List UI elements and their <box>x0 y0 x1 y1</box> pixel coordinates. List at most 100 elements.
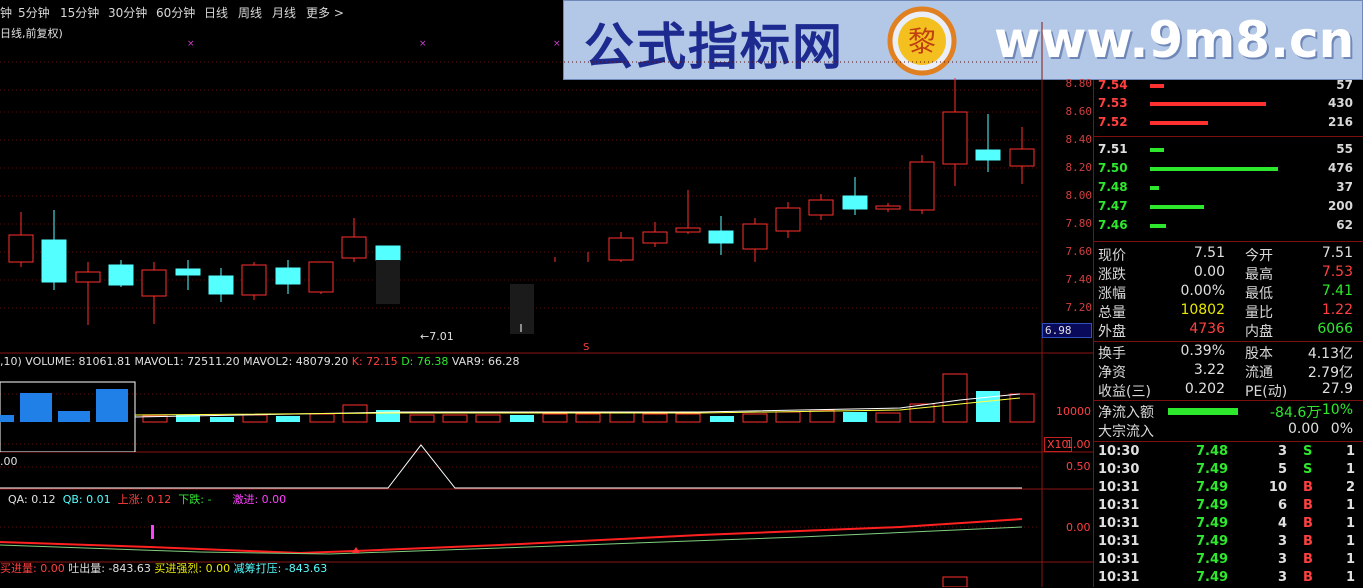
tick-volume: 3 <box>1277 552 1287 567</box>
bid-row[interactable]: 7.47 200 <box>1098 199 1353 217</box>
price-tick: 8.20 <box>1065 161 1093 174</box>
period-5min[interactable]: 5分钟 <box>18 4 50 21</box>
tick-volume: 4 <box>1277 516 1287 531</box>
tick-row[interactable]: 10:31 7.49 3 B 1 <box>1098 552 1356 570</box>
bid-qty: 55 <box>1336 142 1353 156</box>
bid-price: 7.47 <box>1098 199 1128 213</box>
tick-price: 7.49 <box>1196 552 1229 567</box>
tick-count: 1 <box>1346 534 1356 549</box>
net-inflow-bar <box>1168 408 1238 415</box>
period-30min[interactable]: 30分钟 <box>108 4 147 21</box>
tick-side: B <box>1303 498 1313 513</box>
quote-label: 今开 <box>1245 248 1273 264</box>
period-1min[interactable]: 钟 <box>0 4 12 21</box>
tick-time: 10:30 <box>1098 462 1140 477</box>
quote-row: 换手 0.39% 股本 4.13亿 <box>1098 343 1353 362</box>
tick-row[interactable]: 10:30 7.49 5 S 1 <box>1098 462 1356 480</box>
price-tick: 7.40 <box>1065 273 1093 286</box>
bid-price: 7.50 <box>1098 161 1128 175</box>
ask-row[interactable]: 7.52 216 <box>1098 115 1353 133</box>
period-60min[interactable]: 60分钟 <box>156 4 195 21</box>
tick-row[interactable]: 10:31 7.49 3 B 1 <box>1098 534 1356 552</box>
tick-side: B <box>1303 480 1313 495</box>
bid-row[interactable]: 7.46 62 <box>1098 218 1353 236</box>
tick-time: 10:31 <box>1098 480 1140 495</box>
quote-row: 现价 7.51 今开 7.51 <box>1098 245 1353 264</box>
tick-row[interactable]: 10:30 7.48 3 S 1 <box>1098 444 1356 462</box>
quote-label: 涨幅 <box>1098 286 1126 302</box>
bid-qty: 476 <box>1327 161 1353 175</box>
quote-value: 4736 <box>1189 321 1225 337</box>
bid-qty: 62 <box>1336 218 1353 232</box>
period-15min[interactable]: 15分钟 <box>60 4 99 21</box>
tick-row[interactable]: 10:31 7.49 6 B 1 <box>1098 498 1356 516</box>
period-daily[interactable]: 日线 <box>204 4 228 21</box>
bottom-bar <box>942 576 968 587</box>
tick-count: 1 <box>1346 570 1356 585</box>
tick-volume: 3 <box>1277 444 1287 459</box>
bid-qty: 200 <box>1327 199 1353 213</box>
indicator1-tick: 1.00 <box>1066 438 1091 451</box>
price-tick: 7.20 <box>1065 301 1093 314</box>
period-more[interactable]: 更多 > <box>306 4 344 21</box>
quote-row: 涨跌 0.00 最高 7.53 <box>1098 264 1353 283</box>
tick-time: 10:30 <box>1098 444 1140 459</box>
divider <box>1094 136 1363 137</box>
block-inflow-row: 大宗流入 0.00 0% <box>1098 421 1353 440</box>
tick-count: 1 <box>1346 462 1356 477</box>
tick-row[interactable]: 10:31 7.49 3 B 1 <box>1098 570 1356 588</box>
quote-value: 7.51 <box>1321 245 1353 261</box>
tick-side: B <box>1303 516 1313 531</box>
net-inflow-label: 净流入额 <box>1098 405 1154 421</box>
ask-row[interactable]: 7.54 57 <box>1098 78 1353 96</box>
period-monthly[interactable]: 月线 <box>272 4 296 21</box>
buy-volume: 买进量: 0.00 <box>0 562 65 575</box>
bid-volume-bar <box>1150 224 1166 228</box>
tick-row[interactable]: 10:31 7.49 10 B 2 <box>1098 480 1355 498</box>
price-tick: 8.60 <box>1065 105 1093 118</box>
bid-row[interactable]: 7.51 55 <box>1098 142 1353 160</box>
divider <box>1094 341 1363 342</box>
tick-volume: 3 <box>1277 534 1287 549</box>
quote-label: 外盘 <box>1098 324 1126 340</box>
tick-time: 10:31 <box>1098 516 1140 531</box>
quote-value: 6066 <box>1317 321 1353 337</box>
quote-value: 2.79亿 <box>1307 365 1353 381</box>
quote-value: 7.51 <box>1193 245 1225 261</box>
price-tick: 8.80 <box>1065 77 1093 90</box>
quote-label: 流通 <box>1245 365 1273 381</box>
quote-label: 净资 <box>1098 365 1126 381</box>
quote-label: 换手 <box>1098 346 1126 362</box>
reduce-pressure: 减筹打压: -843.63 <box>233 562 328 575</box>
indicator2-tick: 0.00 <box>1066 521 1091 534</box>
quote-value: 0.202 <box>1184 381 1225 397</box>
ask-qty: 216 <box>1327 115 1353 129</box>
bottom-legend: 买进量: 0.00 吐出量: -843.63 买进强烈: 0.00 减筹打压: … <box>0 560 327 576</box>
tick-volume: 6 <box>1277 498 1287 513</box>
tick-row[interactable]: 10:31 7.49 4 B 1 <box>1098 516 1355 534</box>
quote-label: 涨跌 <box>1098 267 1126 283</box>
quote-panel: 7.54 57 7.53 430 7.52 216 7.51 55 7.50 4… <box>1093 78 1363 588</box>
bid-volume-bar <box>1150 186 1159 190</box>
period-weekly[interactable]: 周线 <box>238 4 262 21</box>
tick-count: 1 <box>1346 444 1356 459</box>
tick-count: 1 <box>1346 498 1356 513</box>
bid-volume-bar <box>1150 205 1204 209</box>
quote-value: 7.41 <box>1321 283 1353 299</box>
divider <box>1094 400 1363 401</box>
ask-row[interactable]: 7.53 430 <box>1098 96 1353 114</box>
quote-row: 外盘 4736 内盘 6066 <box>1098 321 1353 340</box>
quote-value: 7.53 <box>1321 264 1353 280</box>
bid-price: 7.48 <box>1098 180 1128 194</box>
tick-time: 10:31 <box>1098 534 1140 549</box>
ask-qty: 57 <box>1336 78 1353 92</box>
bid-row[interactable]: 7.50 476 <box>1098 161 1353 179</box>
tick-count: 1 <box>1346 552 1356 567</box>
tick-volume: 10 <box>1268 480 1287 495</box>
net-inflow-row: 净流入额 -84.6万 -10% <box>1098 402 1353 421</box>
quote-label: PE(动) <box>1245 384 1288 400</box>
quote-value: 10802 <box>1180 302 1225 318</box>
bid-row[interactable]: 7.48 37 <box>1098 180 1353 198</box>
quote-label: 量比 <box>1245 305 1273 321</box>
bid-price: 7.51 <box>1098 142 1128 156</box>
